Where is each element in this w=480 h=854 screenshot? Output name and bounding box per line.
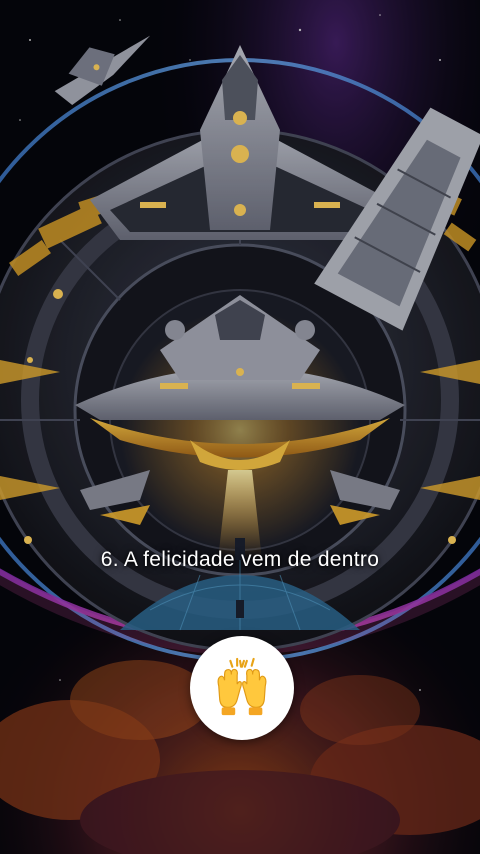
reaction-button[interactable]	[190, 636, 294, 740]
raising-hands-icon	[217, 657, 267, 716]
caption-text: 6. A felicidade vem de dentro	[100, 548, 380, 571]
